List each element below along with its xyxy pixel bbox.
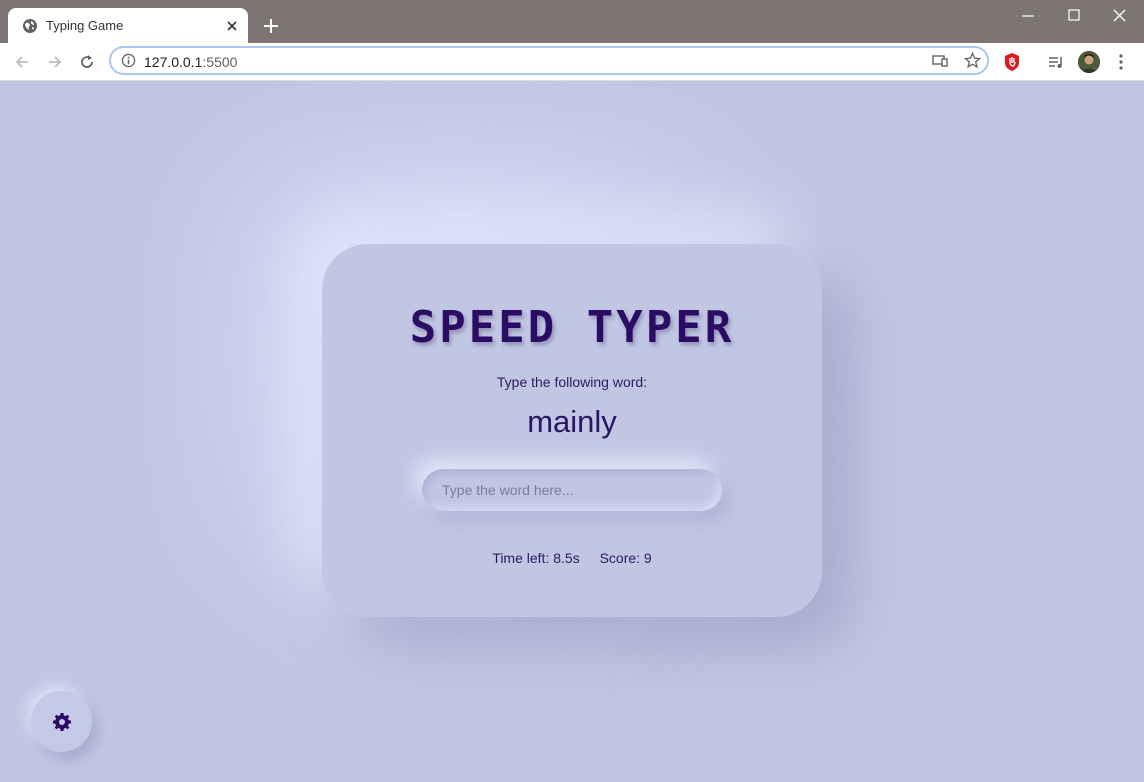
minimize-icon[interactable] xyxy=(1019,8,1037,24)
back-icon[interactable] xyxy=(12,52,32,72)
word-input[interactable] xyxy=(422,469,722,511)
address-bar[interactable]: 127.0.0.1:5500 xyxy=(109,46,989,75)
word-prompt: Type the following word: xyxy=(496,374,648,390)
reload-icon[interactable] xyxy=(77,52,97,72)
page-viewport: SPEED TYPER Type the following word: mai… xyxy=(0,81,1144,782)
game-title: SPEED TYPER xyxy=(409,302,735,353)
game-stats: Time left: 8.5s Score: 9 xyxy=(322,550,822,566)
time-left: Time left: 8.5s xyxy=(492,550,580,566)
tab-strip: Typing Game xyxy=(0,0,1144,43)
gear-icon xyxy=(52,712,71,731)
extension-icon[interactable] xyxy=(1002,52,1022,72)
browser-tab[interactable]: Typing Game xyxy=(8,8,248,43)
url-port: :5500 xyxy=(202,54,238,70)
url-host: 127.0.0.1 xyxy=(144,54,203,70)
close-icon[interactable] xyxy=(224,18,240,34)
plus-icon[interactable] xyxy=(262,17,280,35)
cast-icon[interactable] xyxy=(931,53,949,69)
browser-toolbar: 127.0.0.1:5500 xyxy=(0,43,1144,81)
maximize-icon[interactable] xyxy=(1065,8,1083,24)
menu-icon[interactable] xyxy=(1111,52,1131,72)
target-word: mainly xyxy=(527,404,617,439)
close-window-icon[interactable] xyxy=(1111,8,1129,24)
settings-button[interactable] xyxy=(31,691,92,752)
globe-icon xyxy=(23,18,37,33)
word-input-container xyxy=(422,469,722,511)
forward-icon[interactable] xyxy=(45,52,65,72)
star-icon[interactable] xyxy=(964,52,981,69)
game-card: SPEED TYPER Type the following word: mai… xyxy=(322,244,822,617)
info-icon[interactable] xyxy=(121,53,136,68)
avatar[interactable] xyxy=(1078,51,1100,73)
url-text: 127.0.0.1:5500 xyxy=(144,54,237,70)
tab-title: Typing Game xyxy=(46,18,124,33)
media-icon[interactable] xyxy=(1046,52,1066,72)
score: Score: 9 xyxy=(599,550,652,566)
